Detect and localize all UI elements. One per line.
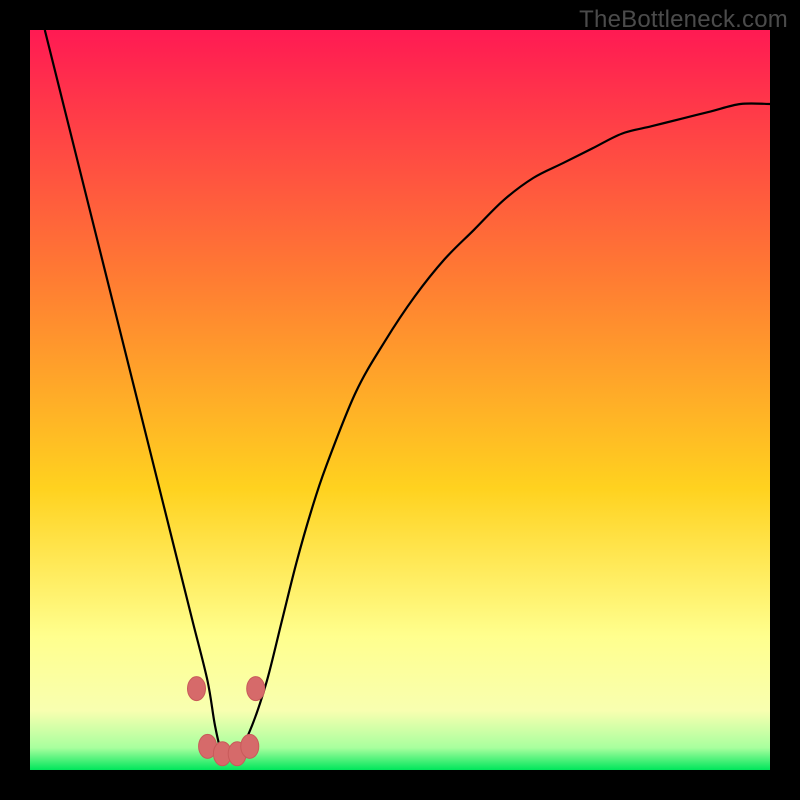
curve-marker <box>241 734 259 758</box>
plot-area <box>30 30 770 770</box>
bottleneck-chart <box>30 30 770 770</box>
chart-frame: TheBottleneck.com <box>0 0 800 800</box>
gradient-background <box>30 30 770 770</box>
curve-marker <box>247 677 265 701</box>
curve-marker <box>188 677 206 701</box>
